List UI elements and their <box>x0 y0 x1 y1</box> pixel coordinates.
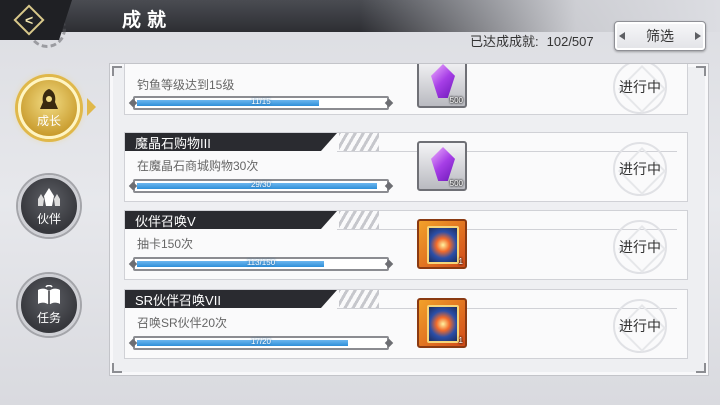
status-text: 进行中 <box>619 239 661 255</box>
progress-bar: 11/15 <box>133 96 389 110</box>
achievement-card: 钓鱼等级达到15级 11/15 500 进行中 <box>124 64 688 115</box>
achievement-card: 伙伴召唤V 抽卡150次 113/150 1 进行中 <box>124 210 688 280</box>
achievement-desc: 钓鱼等级达到15级 <box>137 78 235 92</box>
status-badge: 进行中 <box>613 142 667 196</box>
achievement-card: SR伙伴召唤VII 召唤SR伙伴20次 17/20 1 进行中 <box>124 289 688 359</box>
achievement-progress-value: 102/507 <box>546 34 594 49</box>
title-stripes <box>339 133 379 151</box>
page-title: 成就 <box>122 10 173 31</box>
companions-icon <box>36 186 62 208</box>
crystal-icon <box>431 64 455 98</box>
reward-item-summon-card[interactable]: 1 <box>417 219 467 269</box>
corner-ornament <box>696 66 706 76</box>
corner-ornament <box>696 363 706 373</box>
achievement-desc: 召唤SR伙伴20次 <box>137 316 228 330</box>
corner-ornament <box>112 363 122 373</box>
reward-qty: 1 <box>458 336 463 345</box>
achievement-progress-label: 已达成成就: <box>470 34 539 49</box>
reward-item-crystal[interactable]: 500 <box>417 64 467 108</box>
tab-quests[interactable]: 任务 <box>18 274 80 336</box>
achievement-title: 伙伴召唤V <box>135 213 196 229</box>
achievement-title-bar: 伙伴召唤V <box>125 211 321 229</box>
status-text: 进行中 <box>619 79 661 95</box>
progress-bar-text: 17/20 <box>250 337 272 346</box>
summon-card-icon <box>427 305 459 343</box>
corner-ornament <box>112 66 122 76</box>
achievement-desc: 在魔晶石商城购物30次 <box>137 159 259 173</box>
progress-bar: 29/30 <box>133 179 389 193</box>
reward-qty: 500 <box>449 96 463 105</box>
achievement-title: SR伙伴召唤VII <box>135 292 221 308</box>
status-badge: 进行中 <box>613 299 667 353</box>
achievement-title-bar: SR伙伴召唤VII <box>125 290 321 308</box>
back-arrow-icon: < <box>13 4 45 36</box>
reward-qty: 500 <box>449 179 463 188</box>
achievement-title: 魔晶石购物III <box>135 135 211 151</box>
title-stripes <box>339 211 379 229</box>
title-stripes <box>339 290 379 308</box>
progress-bar-text: 11/15 <box>251 97 271 106</box>
tab-companions[interactable]: 伙伴 <box>18 175 80 237</box>
achievement-desc: 抽卡150次 <box>137 237 194 251</box>
tab-quests-label: 任务 <box>36 310 61 325</box>
open-book-icon <box>36 284 62 307</box>
crystal-icon <box>431 147 455 181</box>
summon-card-icon <box>427 226 459 264</box>
status-text: 进行中 <box>619 161 661 177</box>
filter-button[interactable]: 筛选 <box>614 21 706 51</box>
status-badge: 进行中 <box>613 220 667 274</box>
tab-companions-label: 伙伴 <box>36 211 61 226</box>
reward-item-summon-card[interactable]: 1 <box>417 298 467 348</box>
hooded-figure-icon <box>36 88 62 110</box>
status-badge: 进行中 <box>613 64 667 114</box>
reward-qty: 1 <box>458 257 463 266</box>
tab-growth-label: 成长 <box>36 113 61 128</box>
reward-item-crystal[interactable]: 500 <box>417 141 467 191</box>
filter-button-label: 筛选 <box>646 28 674 44</box>
active-tab-pointer-icon <box>87 98 96 116</box>
progress-bar-text: 113/150 <box>246 258 276 267</box>
achievement-card: 魔晶石购物III 在魔晶石商城购物30次 29/30 500 进行中 <box>124 132 688 202</box>
achievement-title-bar: 魔晶石购物III <box>125 133 321 151</box>
progress-bar: 17/20 <box>133 336 389 350</box>
achievement-list[interactable]: 钓鱼等级达到15级 11/15 500 进行中 魔晶石购物III 在魔晶石商城购… <box>109 63 709 376</box>
progress-bar-text: 29/30 <box>250 180 272 189</box>
tab-growth[interactable]: 成长 <box>18 77 80 139</box>
progress-bar: 113/150 <box>133 257 389 271</box>
achievement-progress: 已达成成就: 102/507 <box>470 31 594 50</box>
status-text: 进行中 <box>619 318 661 334</box>
